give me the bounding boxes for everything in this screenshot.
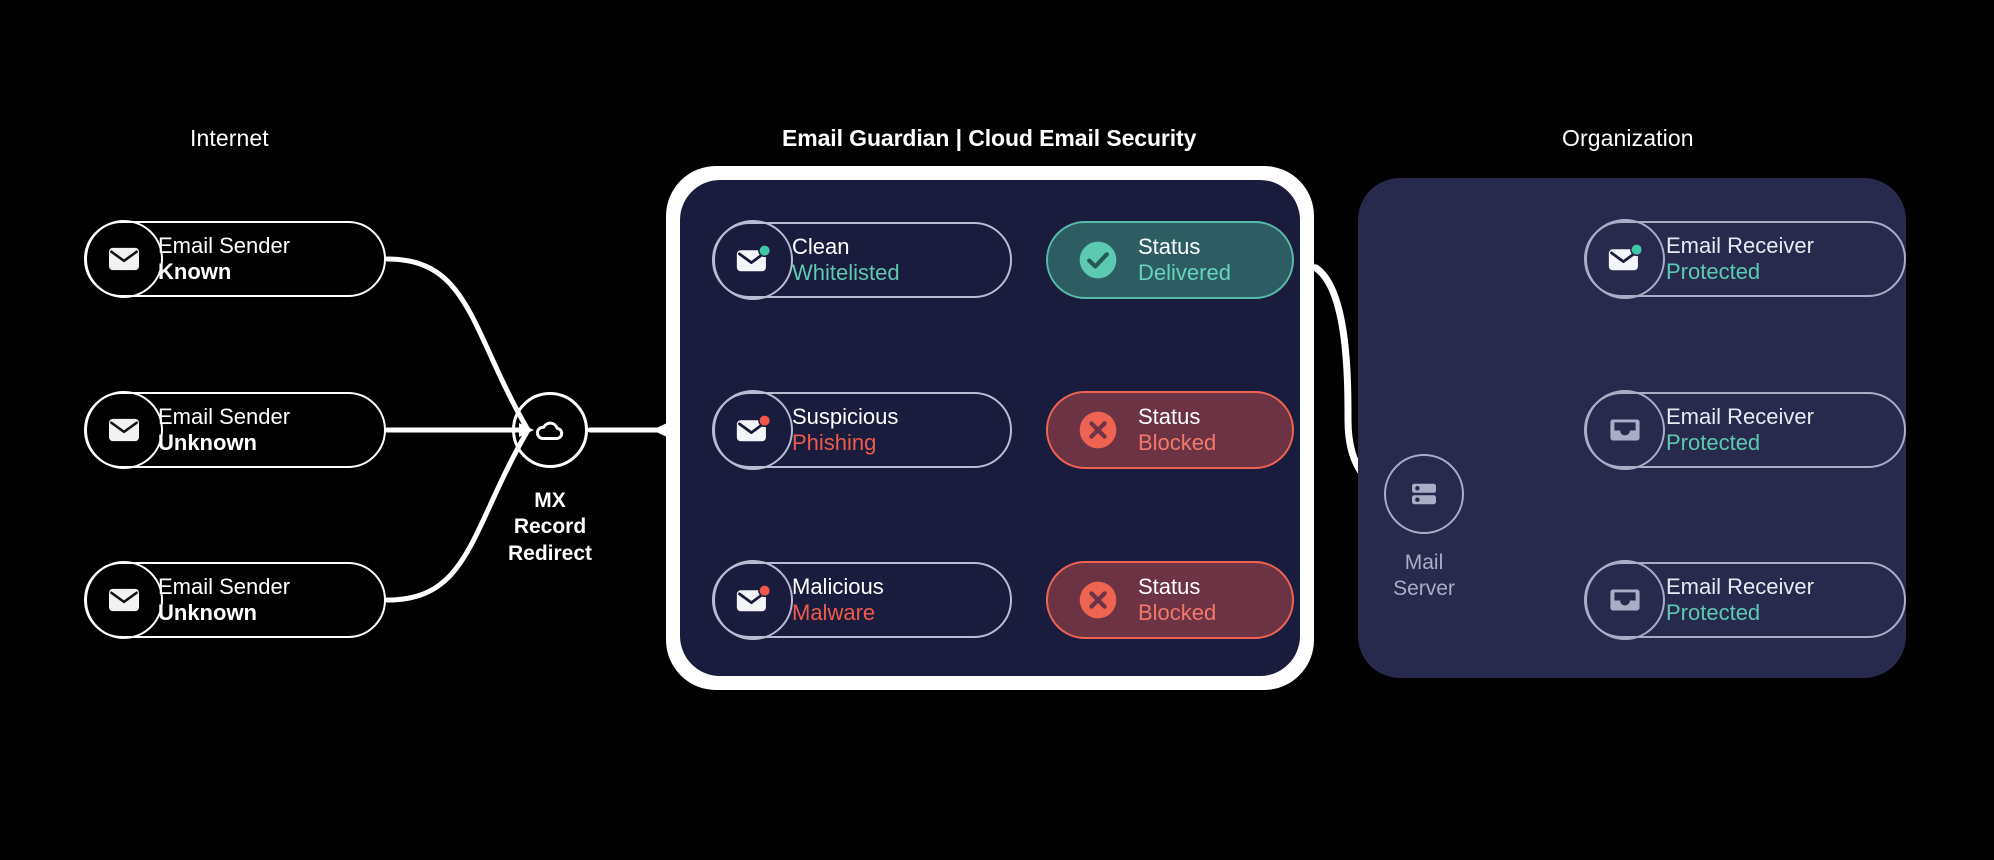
receiver-pill-3-line1: Email Receiver: [1666, 574, 1814, 600]
receiver-pill-1-line1: Email Receiver: [1666, 233, 1814, 259]
mail-server-caption-line2: Server: [1393, 577, 1455, 601]
section-label-guardian: Email Guardian | Cloud Email Security: [782, 125, 1197, 151]
scan-pill-suspicious-line1: Suspicious: [792, 404, 899, 430]
receiver-pill-3-line2: Protected: [1666, 600, 1761, 625]
status-delivered-line1: Status: [1138, 234, 1201, 260]
scan-pill-clean[interactable]: Clean Whitelisted: [712, 220, 1012, 300]
status-blocked-phishing-line1: Status: [1138, 404, 1201, 430]
receiver-pill-3[interactable]: Email Receiver Protected: [1584, 560, 1906, 640]
receiver-pill-1[interactable]: Email Receiver Protected: [1584, 219, 1906, 299]
status-blocked-phishing-line2: Blocked: [1138, 430, 1217, 455]
scan-pill-clean-line2: Whitelisted: [792, 260, 900, 285]
inbox-icon: [1585, 560, 1665, 640]
sender-pill-3[interactable]: Email Sender Unknown: [84, 561, 386, 639]
mx-caption-line1: MX: [534, 489, 566, 512]
scan-pill-malicious-line1: Malicious: [792, 574, 884, 600]
inbox-icon: [1585, 390, 1665, 470]
envelope-icon: [85, 391, 163, 469]
envelope-dot-red-icon: [713, 560, 793, 640]
sender-pill-1-line2: Known: [158, 259, 232, 284]
edge-sender1-mx: [384, 256, 531, 433]
envelope-dot-green-icon: [1585, 219, 1665, 299]
status-badge-delivered[interactable]: Status Delivered: [1046, 221, 1294, 299]
server-icon: [1412, 483, 1436, 505]
scan-pill-suspicious[interactable]: Suspicious Phishing: [712, 390, 1012, 470]
mx-caption-line2: Record: [513, 515, 587, 539]
envelope-icon: [85, 561, 163, 639]
mx-caption-line3: Redirect: [507, 541, 593, 565]
receiver-pill-2-line2: Protected: [1666, 430, 1761, 455]
sender-pill-3-line1: Email Sender: [158, 574, 291, 600]
cloud-icon: [535, 421, 564, 440]
status-blocked-malware-line1: Status: [1138, 574, 1201, 600]
sender-pill-2-line2: Unknown: [158, 430, 257, 455]
status-blocked-malware-line2: Blocked: [1138, 600, 1217, 625]
sender-pill-1[interactable]: Email Sender Known: [84, 220, 386, 298]
status-badge-blocked-phishing[interactable]: Status Blocked: [1046, 391, 1294, 469]
sender-pill-2[interactable]: Email Sender Unknown: [84, 391, 386, 469]
diagram-canvas: Internet Email Guardian | Cloud Email Se…: [0, 0, 1994, 860]
receiver-pill-1-line2: Protected: [1666, 259, 1761, 284]
scan-pill-malicious-line2: Malware: [792, 600, 876, 625]
scan-pill-clean-line1: Clean: [792, 234, 850, 260]
x-circle-icon: [1079, 581, 1117, 619]
envelope-dot-green-icon: [713, 220, 793, 300]
envelope-icon: [85, 220, 163, 298]
envelope-dot-red-icon: [713, 390, 793, 470]
mx-record-caption: MX Record Redirect: [455, 488, 645, 567]
receiver-pill-2[interactable]: Email Receiver Protected: [1584, 390, 1906, 470]
sender-pill-1-line1: Email Sender: [158, 233, 291, 259]
sender-pill-3-line2: Unknown: [158, 600, 257, 625]
receiver-pill-2-line1: Email Receiver: [1666, 404, 1814, 430]
status-badge-blocked-malware[interactable]: Status Blocked: [1046, 561, 1294, 639]
mail-server-caption-line1: Mail: [1404, 551, 1444, 574]
status-delivered-line2: Delivered: [1138, 260, 1231, 285]
x-circle-icon: [1079, 411, 1117, 449]
scan-pill-malicious[interactable]: Malicious Malware: [712, 560, 1012, 640]
check-circle-icon: [1079, 241, 1117, 279]
mx-record-node[interactable]: [512, 392, 588, 468]
mail-server-node[interactable]: [1384, 454, 1464, 534]
section-label-internet: Internet: [190, 125, 269, 151]
arrowhead-into-panel: [652, 423, 667, 437]
section-label-organization: Organization: [1562, 125, 1694, 151]
sender-pill-2-line1: Email Sender: [158, 404, 291, 430]
mail-server-caption: Mail Server: [1339, 550, 1509, 603]
scan-pill-suspicious-line2: Phishing: [792, 430, 877, 455]
